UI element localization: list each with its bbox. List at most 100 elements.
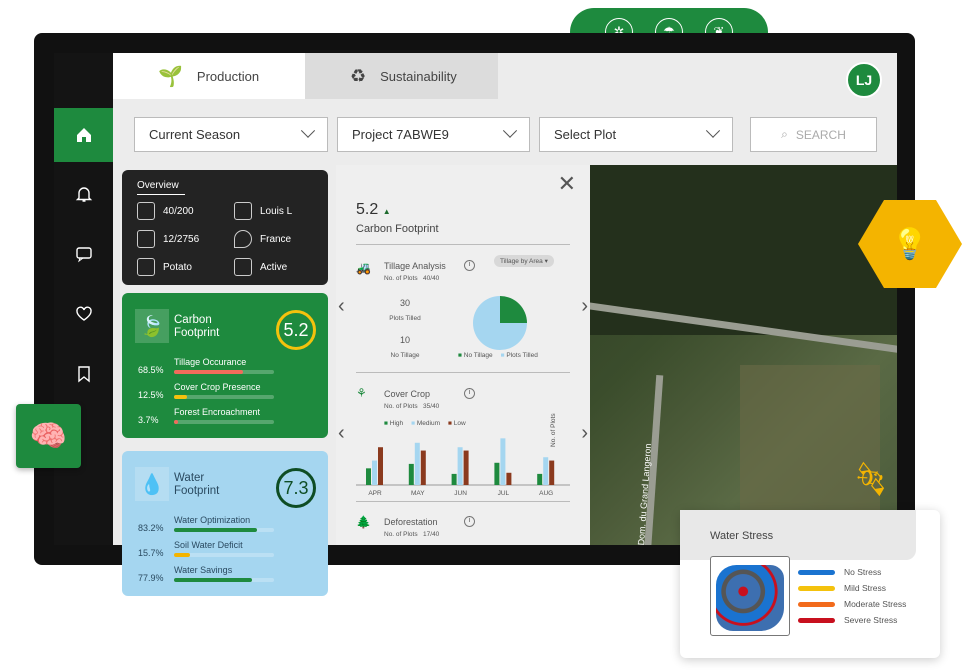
- sidebar-bookmarks[interactable]: [54, 347, 113, 401]
- farmer-icon: [234, 202, 252, 220]
- info-icon[interactable]: i: [464, 260, 475, 271]
- bar-legend: ■ High ■ Medium ■ Low: [384, 420, 466, 427]
- carbon-footprint-card[interactable]: 🍃 Carbon Footprint 5.2 68.5% Tillage Occu…: [122, 293, 328, 438]
- plots-value: 40/40: [423, 275, 440, 282]
- metric-percent: 3.7%: [138, 415, 159, 425]
- overview-value: 12/2756: [163, 233, 200, 245]
- water-stress-title: Water Stress: [710, 530, 774, 542]
- metric-progress-fill: [174, 578, 252, 582]
- metric-percent: 83.2%: [138, 523, 164, 533]
- prev-arrow-icon[interactable]: ‹: [338, 295, 345, 318]
- metric-row: 3.7% Forest Encroachment: [122, 407, 328, 429]
- plot-select[interactable]: Select Plot: [539, 117, 733, 152]
- sidebar-alerts[interactable]: [54, 167, 113, 221]
- metric-percent: 12.5%: [138, 390, 164, 400]
- tab-label: Production: [196, 68, 260, 84]
- x-tick-label: MAY: [411, 490, 425, 497]
- cover-crop-icon: ⚘: [356, 386, 367, 400]
- metric-row: 12.5% Cover Crop Presence: [122, 382, 328, 404]
- overview-value: France: [260, 233, 292, 245]
- tab-production[interactable]: 🌱 Production: [113, 53, 305, 99]
- legend-label: No Stress: [844, 567, 882, 577]
- metric-progress-fill: [174, 528, 258, 532]
- plots-label: No. of Plots: [384, 275, 418, 282]
- water-drop-icon: 💧: [135, 467, 169, 501]
- stress-legend-item: Moderate Stress: [798, 599, 906, 609]
- overview-item: France: [234, 230, 291, 248]
- bar-jul-medium: [500, 438, 506, 485]
- season-select[interactable]: Current Season: [134, 117, 328, 152]
- metric-progress-bar: [174, 395, 274, 399]
- overview-value: Active: [260, 261, 288, 273]
- plots-value: 17/40: [423, 531, 440, 538]
- tilled-value: 30: [399, 298, 410, 308]
- project-select[interactable]: Project 7ABWE9: [337, 117, 530, 152]
- legend-label: No Tillage: [463, 352, 493, 359]
- legend-swatch: [798, 585, 835, 591]
- tillage-dropdown[interactable]: Tillage by Area ▾: [494, 255, 554, 267]
- bar-jun-high: [451, 473, 457, 485]
- tractor-icon: 🚜: [356, 261, 371, 275]
- water-footprint-card[interactable]: 💧 Water Footprint 7.3 83.2% Water Optimiz…: [122, 451, 328, 596]
- leaf-icon: 🍃: [135, 309, 169, 343]
- pie-legend: ■ No Tillage ■ Plots Tilled: [458, 352, 538, 359]
- stress-map-thumbnail[interactable]: [710, 556, 790, 636]
- bar-apr-low: [378, 447, 383, 485]
- tab-label: Sustainability: [380, 68, 457, 84]
- legend-swatch: [798, 601, 835, 607]
- x-tick-label: JUL: [498, 490, 510, 497]
- crop-icon: [137, 258, 155, 276]
- bar-may-medium: [414, 442, 420, 485]
- bar-aug-low: [549, 460, 555, 485]
- legend-item: ■ No Tillage: [458, 352, 493, 359]
- close-icon[interactable]: ✕: [558, 171, 576, 197]
- carbon-score: 5.2: [276, 310, 316, 350]
- overview-value: Louis L: [260, 205, 293, 217]
- overview-item: Potato: [137, 258, 192, 276]
- checklist-icon: [234, 258, 252, 276]
- metric-row: 15.7% Soil Water Deficit: [122, 540, 328, 562]
- location-pin-icon: [234, 230, 252, 248]
- metric-row: 68.5% Tillage Occurance: [122, 357, 328, 379]
- user-avatar[interactable]: LJ: [846, 62, 882, 98]
- cover-title: Cover Crop: [384, 389, 431, 399]
- next-arrow-icon[interactable]: ›: [581, 422, 588, 445]
- search-input[interactable]: ⌕ SEARCH: [750, 117, 877, 152]
- legend-item: ■ Plots Tilled: [500, 352, 538, 359]
- plots-label: No. of Plots: [384, 403, 418, 410]
- legend-label: Medium: [416, 420, 440, 427]
- eco-cycle-icon: ♻: [350, 65, 367, 86]
- legend-label: Mild Stress: [844, 583, 887, 593]
- prev-arrow-icon[interactable]: ‹: [338, 422, 345, 445]
- trend-up-icon: ▲: [382, 207, 391, 216]
- info-icon[interactable]: i: [464, 516, 475, 527]
- stress-legend-item: Severe Stress: [798, 615, 897, 625]
- legend-swatch: [798, 569, 835, 575]
- overview-item: Louis L: [234, 202, 292, 220]
- sidebar-messages[interactable]: [54, 227, 113, 281]
- overview-item: Active: [234, 258, 287, 276]
- next-arrow-icon[interactable]: ›: [581, 295, 588, 318]
- stress-legend-item: No Stress: [798, 567, 881, 577]
- heart-icon: [75, 306, 92, 321]
- metric-label: Water Savings: [174, 565, 233, 575]
- bell-icon: [75, 187, 92, 202]
- metric-progress-bar: [174, 420, 274, 424]
- detail-panel: ✕ 5.2 ▲ Carbon Footprint 🚜 Tillage Analy…: [336, 165, 590, 545]
- tab-sustainability[interactable]: ♻ Sustainability: [305, 53, 498, 99]
- legend-swatch: [798, 617, 835, 623]
- sidebar-home[interactable]: [54, 108, 113, 162]
- metric-progress-fill: [174, 395, 187, 399]
- ai-brain-icon[interactable]: 🧠: [16, 404, 81, 468]
- bar-may-low: [420, 450, 426, 485]
- bookmark-icon: [77, 366, 90, 383]
- sidebar-favorites[interactable]: [54, 287, 113, 341]
- legend-label: Plots Tilled: [506, 352, 538, 359]
- info-icon[interactable]: i: [464, 388, 475, 399]
- plot-value: Select Plot: [554, 127, 617, 142]
- stress-legend-item: Mild Stress: [798, 583, 886, 593]
- legend-item: ■ Low: [448, 420, 466, 427]
- overview-value: 40/200: [163, 205, 194, 217]
- tillage-pie-chart: [473, 296, 527, 350]
- project-value: Project 7ABWE9: [352, 127, 449, 142]
